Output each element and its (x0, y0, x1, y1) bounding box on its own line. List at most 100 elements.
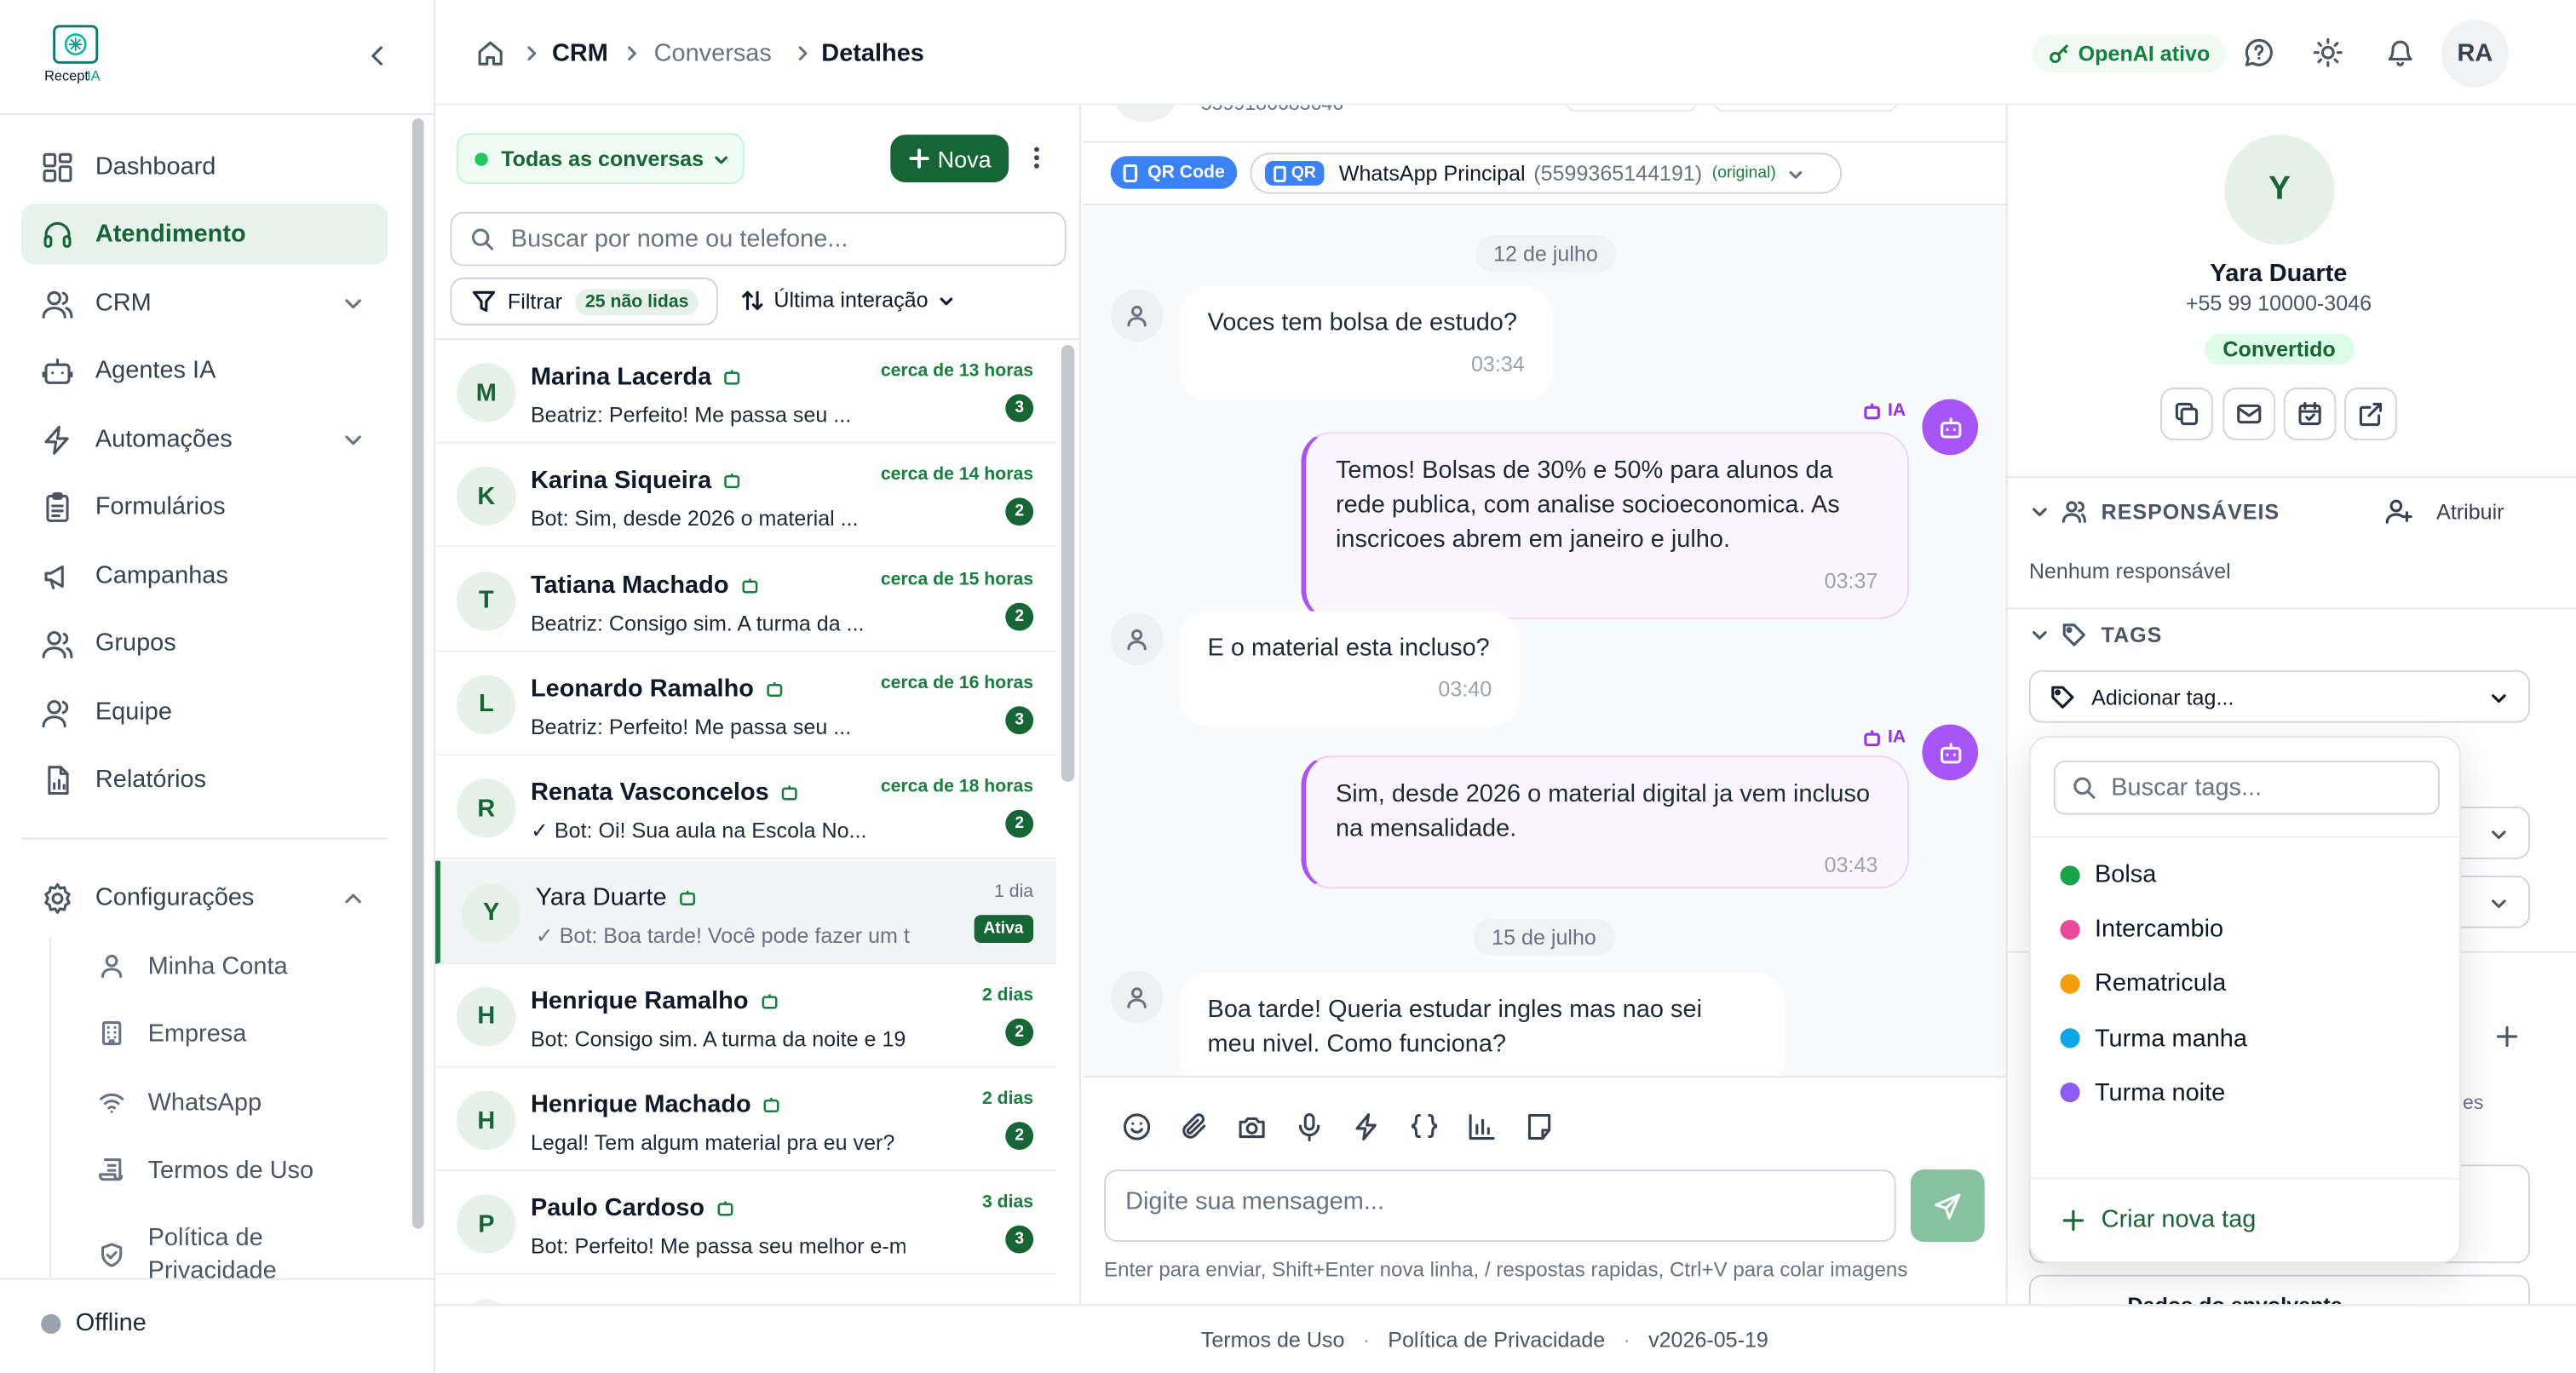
breadcrumb-crm[interactable]: CRM (552, 39, 608, 67)
copy-button[interactable] (2160, 388, 2213, 440)
add-button[interactable] (2496, 1025, 2519, 1048)
list-scrollbar[interactable] (1061, 345, 1075, 783)
camera-icon[interactable] (1237, 1112, 1267, 1142)
sidebar-item-automacoes[interactable]: Automações (21, 409, 388, 469)
footer-privacy-link[interactable]: Política de Privacidade (1388, 1327, 1605, 1352)
sidebar-item-equipe[interactable]: Equipe (21, 681, 388, 742)
conversation-item[interactable]: T Tatiana Machado Beatriz: Consigo sim. A … (435, 548, 1057, 652)
sidebar-subitem-termos[interactable]: Termos de Uso (89, 1141, 384, 1198)
tag-option[interactable]: Bolsa (2060, 861, 2156, 888)
conversation-avatar: L (457, 675, 516, 734)
note-icon[interactable] (1525, 1112, 1555, 1142)
help-button[interactable] (2244, 37, 2274, 67)
channel-select[interactable]: QR WhatsApp Principal (5599365144191) (o… (1250, 152, 1842, 194)
tag-option[interactable]: Rematricula (2060, 970, 2226, 997)
zap-icon (44, 424, 69, 454)
conversation-item[interactable]: M Marina Lacerda Beatriz: Perfeito! Me pas… (435, 340, 1057, 444)
channel-phone: (5599365144191) (1533, 161, 1703, 186)
conversation-list-panel: Todas as conversas Nova Buscar por nome … (435, 105, 1082, 1305)
sidebar-item-dashboard[interactable]: Dashboard (21, 136, 388, 197)
assign-button[interactable]: Atribuir (2385, 497, 2504, 526)
tag-icon (2062, 623, 2085, 646)
sidebar-scrollbar[interactable] (412, 118, 424, 1229)
conversation-avatar: T (457, 571, 516, 630)
tag-option-label: Intercambio (2094, 915, 2224, 944)
search-icon (471, 228, 494, 250)
sidebar-subitem-privacidade[interactable]: Política de Privacidade (89, 1210, 384, 1279)
tag-search-input[interactable]: Buscar tags... (2053, 760, 2440, 815)
wifi-icon (100, 1093, 124, 1113)
sidebar-item-relatorios[interactable]: Relatórios (21, 749, 388, 809)
notifications-button[interactable] (2385, 37, 2415, 67)
sidebar-item-configuracoes[interactable]: Configurações (21, 867, 388, 928)
conversation-item[interactable]: P Paulo Cardoso Bot: Perfeito! Me passa se… (435, 1172, 1057, 1276)
tag-option[interactable]: Turma noite (2060, 1079, 2225, 1106)
conversation-filter-select[interactable]: Todas as conversas (457, 133, 745, 185)
conversation-item-partial[interactable] (435, 1276, 1056, 1305)
add-tag-select[interactable]: Adicionar tag... (2028, 669, 2531, 723)
user-avatar[interactable]: RA (2441, 20, 2509, 88)
sidebar-subitem-whatsapp[interactable]: WhatsApp (89, 1074, 384, 1130)
sidebar-subitem-empresa[interactable]: Empresa (89, 1005, 384, 1061)
conversation-item[interactable]: K Karina Siqueira Bot: Sim, desde 2026 o m… (435, 444, 1057, 548)
tag-icon (2051, 685, 2074, 708)
sidebar-item-campanhas[interactable]: Campanhas (21, 545, 388, 606)
home-button[interactable] (476, 39, 504, 67)
sidebar-item-agentes[interactable]: Agentes IA (21, 340, 388, 400)
sidebar-item-crm[interactable]: CRM (21, 273, 388, 333)
brand-logo[interactable]: Recept IA (43, 23, 115, 89)
sort-select[interactable]: Última interação (741, 288, 955, 312)
qr-code-label: QR Code (1147, 162, 1225, 183)
schedule-button[interactable] (2283, 388, 2337, 440)
message-time: 03:43 (1824, 852, 1878, 877)
tags-section-toggle[interactable]: TAGS (2031, 623, 2163, 647)
conversation-name: Paulo Cardoso (530, 1194, 705, 1223)
message-time: 03:37 (1824, 568, 1878, 594)
breadcrumb-conversas[interactable]: Conversas (654, 39, 772, 67)
new-conversation-button[interactable]: Nova (890, 135, 1009, 183)
conversation-item[interactable]: H Henrique Machado Legal! Tem algum materi… (435, 1068, 1057, 1172)
open-external-button[interactable] (2344, 388, 2397, 440)
sidebar-subitem-label: WhatsApp (147, 1088, 262, 1117)
partial-section[interactable]: Dados do envolvente (2028, 1274, 2531, 1305)
sidebar-item-atendimento[interactable]: Atendimento (21, 204, 388, 265)
paperclip-icon[interactable] (1180, 1112, 1210, 1142)
headset-icon (43, 221, 72, 247)
responsaveis-heading: RESPONSÁVEIS (2101, 499, 2280, 525)
collapse-sidebar-button[interactable] (365, 43, 391, 69)
responsaveis-section-toggle[interactable]: RESPONSÁVEIS (2031, 499, 2280, 524)
filter-button[interactable]: Filtrar 25 não lidas (450, 277, 718, 325)
conversation-item[interactable]: H Henrique Ramalho Bot: Consigo sim. A tur… (435, 964, 1057, 1068)
send-button[interactable] (1910, 1169, 1985, 1243)
top-header: CRM Conversas Detalhes OpenAI ativo RA (435, 0, 2576, 106)
conversation-time: 2 dias (981, 1089, 1034, 1109)
more-options-button[interactable] (1024, 145, 1050, 171)
emoji-icon[interactable] (1122, 1112, 1152, 1142)
sidebar-subitem-minha-conta[interactable]: Minha Conta (89, 938, 384, 994)
message-input[interactable]: Digite sua mensagem... (1104, 1169, 1896, 1243)
conversation-name-row: Marina Lacerda (531, 363, 741, 391)
tag-option[interactable]: Intercambio (2060, 915, 2224, 944)
zap-icon[interactable] (1352, 1112, 1382, 1142)
conversation-search-input[interactable]: Buscar por nome ou telefone... (450, 211, 1067, 267)
bot-avatar (1922, 399, 1979, 456)
chart-icon[interactable] (1467, 1112, 1497, 1142)
microphone-icon[interactable] (1295, 1112, 1325, 1142)
openai-status-badge[interactable]: OpenAI ativo (2032, 34, 2227, 72)
users-icon (2061, 501, 2086, 523)
conversation-item[interactable]: Y Yara Duarte ✓ Bot: Boa tarde! Você pode … (435, 859, 1057, 964)
openai-status-label: OpenAI ativo (2078, 41, 2211, 66)
email-button[interactable] (2222, 388, 2276, 440)
tag-option[interactable]: Turma manha (2060, 1025, 2247, 1052)
theme-toggle[interactable] (2313, 37, 2343, 67)
sidebar-item-grupos[interactable]: Grupos (21, 612, 388, 673)
send-icon (1935, 1192, 1961, 1219)
footer-terms-link[interactable]: Termos de Uso (1201, 1327, 1345, 1352)
braces-icon[interactable] (1410, 1112, 1440, 1142)
sidebar-item-formularios[interactable]: Formulários (21, 476, 388, 537)
qr-code-badge[interactable]: QR Code (1110, 156, 1238, 189)
conversation-item[interactable]: L Leonardo Ramalho Beatriz: Perfeito! Me p… (435, 652, 1057, 755)
create-tag-button[interactable]: Criar nova tag (2061, 1206, 2256, 1233)
conversation-item[interactable]: R Renata Vasconcelos ✓ Bot: Oi! Sua aula n… (435, 756, 1057, 860)
tag-color-dot (2060, 974, 2080, 994)
